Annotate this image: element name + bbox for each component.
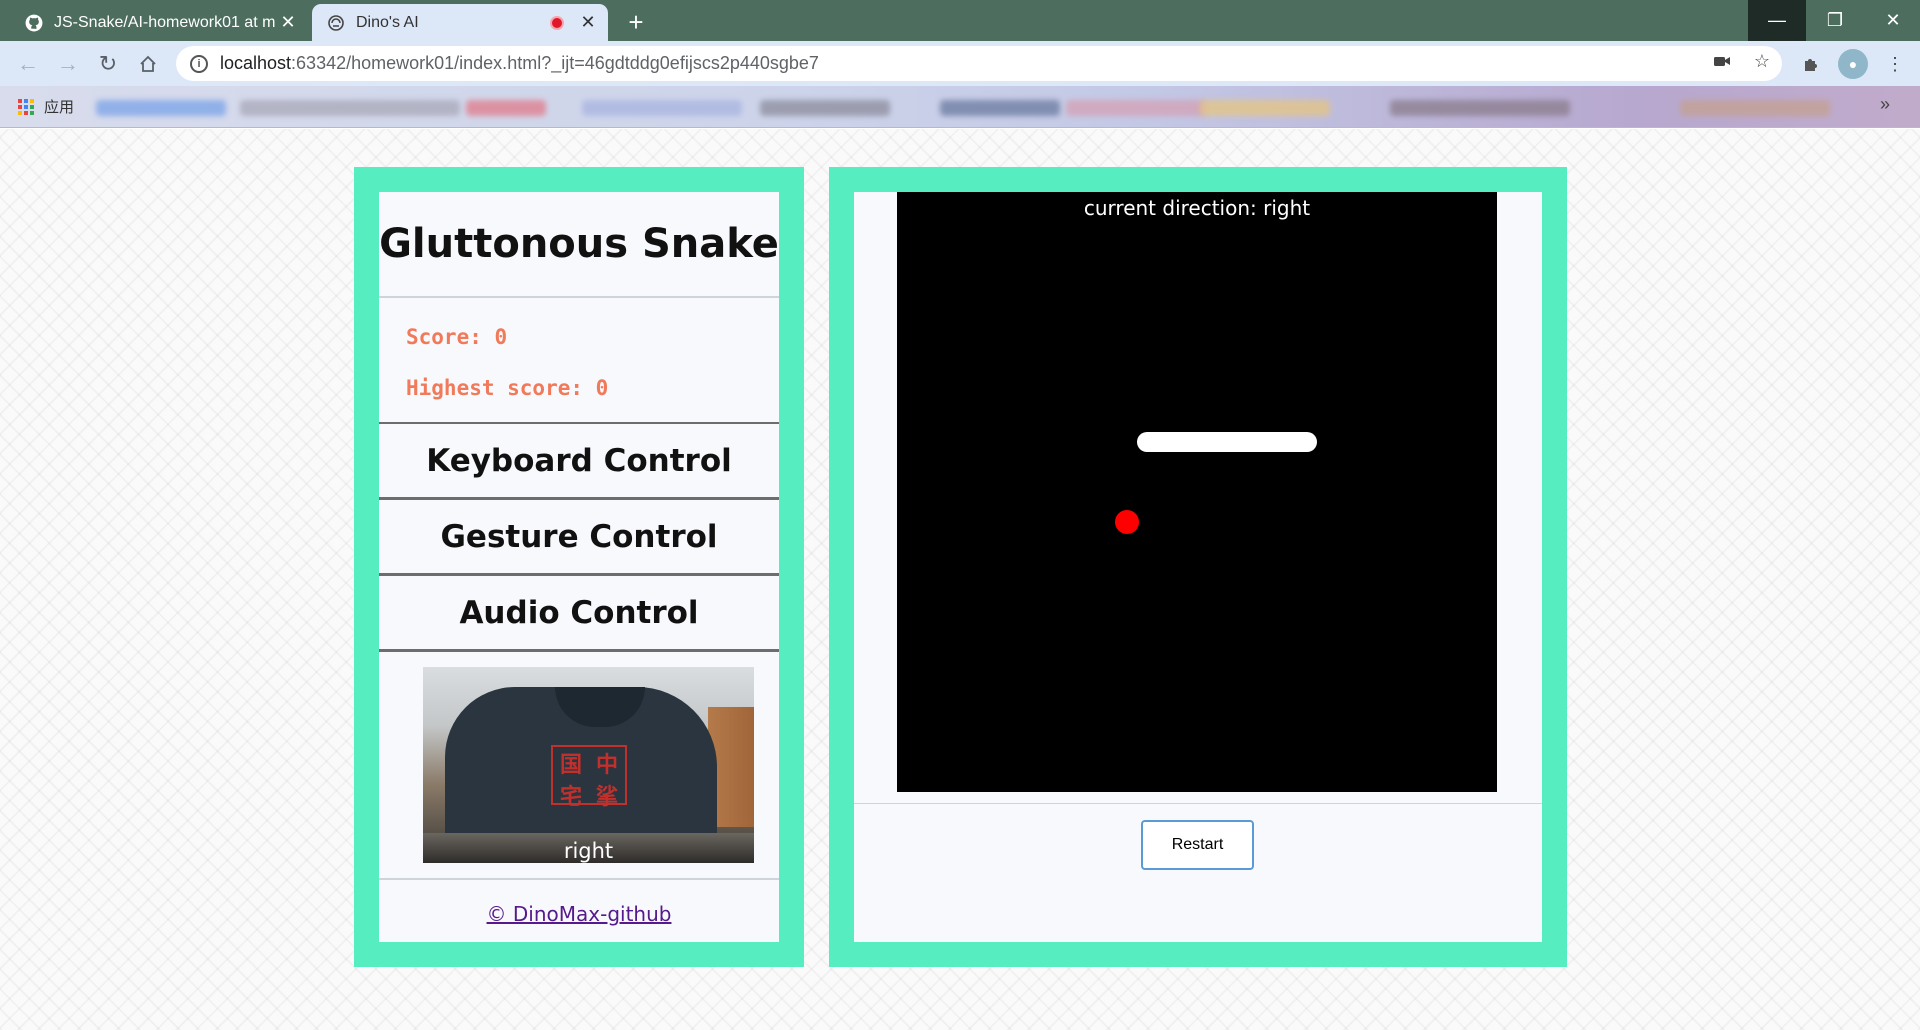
hoodie-logo: 国中宅挲 — [551, 745, 627, 809]
page-title: Gluttonous Snake — [379, 192, 779, 298]
browser-toolbar: ← → ↻ i localhost:63342/homework01/index… — [0, 41, 1920, 86]
bookmark-item[interactable] — [1390, 100, 1570, 116]
bookmarks-bar: 应用 » — [0, 86, 1920, 128]
close-tab-icon[interactable]: ✕ — [578, 12, 598, 33]
audio-control-button[interactable]: Audio Control — [379, 576, 779, 652]
direction-indicator: current direction: right — [1083, 196, 1311, 220]
control-panel: Gluttonous Snake Score: 0 Highest score:… — [354, 167, 804, 967]
bookmark-item[interactable] — [1680, 100, 1830, 116]
bookmarks-overflow-button[interactable]: » — [1880, 94, 1890, 115]
bookmark-star-icon[interactable]: ☆ — [1750, 49, 1774, 73]
restart-button[interactable]: Restart — [1141, 820, 1254, 870]
bookmark-item[interactable] — [1200, 100, 1330, 116]
game-board-svg — [1115, 432, 1317, 534]
browser-tab-dinos-ai[interactable]: Dino's AI ✕ — [312, 4, 608, 41]
back-arrow-icon[interactable]: ← — [12, 48, 44, 80]
browser-tab-bar: JS-Snake/AI-homework01 at m ✕ Dino's AI … — [0, 0, 1920, 41]
new-tab-button[interactable]: + — [620, 6, 652, 38]
dino-ai-icon — [326, 13, 346, 33]
game-panel-card: current direction: right Restart — [854, 192, 1542, 942]
score-text: Score: 0 — [406, 325, 508, 349]
apps-label: 应用 — [44, 99, 75, 116]
bookmark-item[interactable] — [760, 100, 890, 116]
extensions-puzzle-icon[interactable] — [1796, 49, 1826, 79]
bookmark-item[interactable] — [96, 100, 226, 116]
home-icon[interactable] — [132, 48, 164, 80]
minimize-window-icon[interactable]: — — [1748, 0, 1806, 41]
camera-icon[interactable] — [1710, 49, 1734, 73]
address-url[interactable]: localhost:63342/homework01/index.html?_i… — [220, 53, 819, 74]
game-panel: current direction: right Restart — [829, 167, 1567, 967]
bookmark-apps[interactable]: 应用 — [18, 96, 74, 117]
tab-title: Dino's AI — [356, 13, 419, 31]
apps-grid-icon — [18, 98, 34, 115]
bookmark-item[interactable] — [466, 100, 546, 116]
recording-indicator-icon — [550, 15, 564, 30]
bookmark-item[interactable] — [582, 100, 742, 116]
gesture-control-button[interactable]: Gesture Control — [379, 500, 779, 576]
control-panel-card: Gluttonous Snake Score: 0 Highest score:… — [379, 192, 779, 942]
page-background: Gluttonous Snake Score: 0 Highest score:… — [0, 129, 1920, 1030]
webcam-gesture-caption: right — [563, 839, 614, 863]
snake-body — [1137, 432, 1317, 452]
close-tab-icon[interactable]: ✕ — [278, 12, 298, 33]
webcam-preview: 国中宅挲 right — [423, 667, 754, 863]
divider — [379, 878, 779, 880]
address-bar[interactable]: i localhost:63342/homework01/index.html?… — [176, 46, 1782, 81]
bookmark-item[interactable] — [240, 100, 460, 116]
site-info-icon[interactable]: i — [190, 54, 208, 73]
bookmark-item[interactable] — [940, 100, 1060, 116]
snake-food — [1115, 510, 1139, 534]
tab-title: JS-Snake/AI-homework01 at m — [54, 13, 276, 31]
divider — [854, 803, 1542, 804]
browser-tab-github[interactable]: JS-Snake/AI-homework01 at m ✕ — [10, 4, 308, 41]
reload-icon[interactable]: ↻ — [92, 48, 124, 80]
webcam-hood — [555, 687, 645, 727]
restore-window-icon[interactable]: ❐ — [1806, 0, 1864, 41]
close-window-icon[interactable]: ✕ — [1864, 0, 1920, 41]
bookmark-item[interactable] — [1066, 100, 1206, 116]
game-board[interactable]: current direction: right — [897, 192, 1497, 792]
profile-avatar[interactable]: ● — [1838, 49, 1868, 79]
github-icon — [24, 13, 44, 33]
highest-score-text: Highest score: 0 — [406, 376, 609, 400]
github-footer-link[interactable]: © DinoMax-github — [379, 902, 779, 926]
score-section: Score: 0 Highest score: 0 — [379, 298, 779, 424]
menu-kebab-icon[interactable]: ⋮ — [1880, 49, 1910, 79]
forward-arrow-icon[interactable]: → — [52, 48, 84, 80]
keyboard-control-button[interactable]: Keyboard Control — [379, 424, 779, 500]
